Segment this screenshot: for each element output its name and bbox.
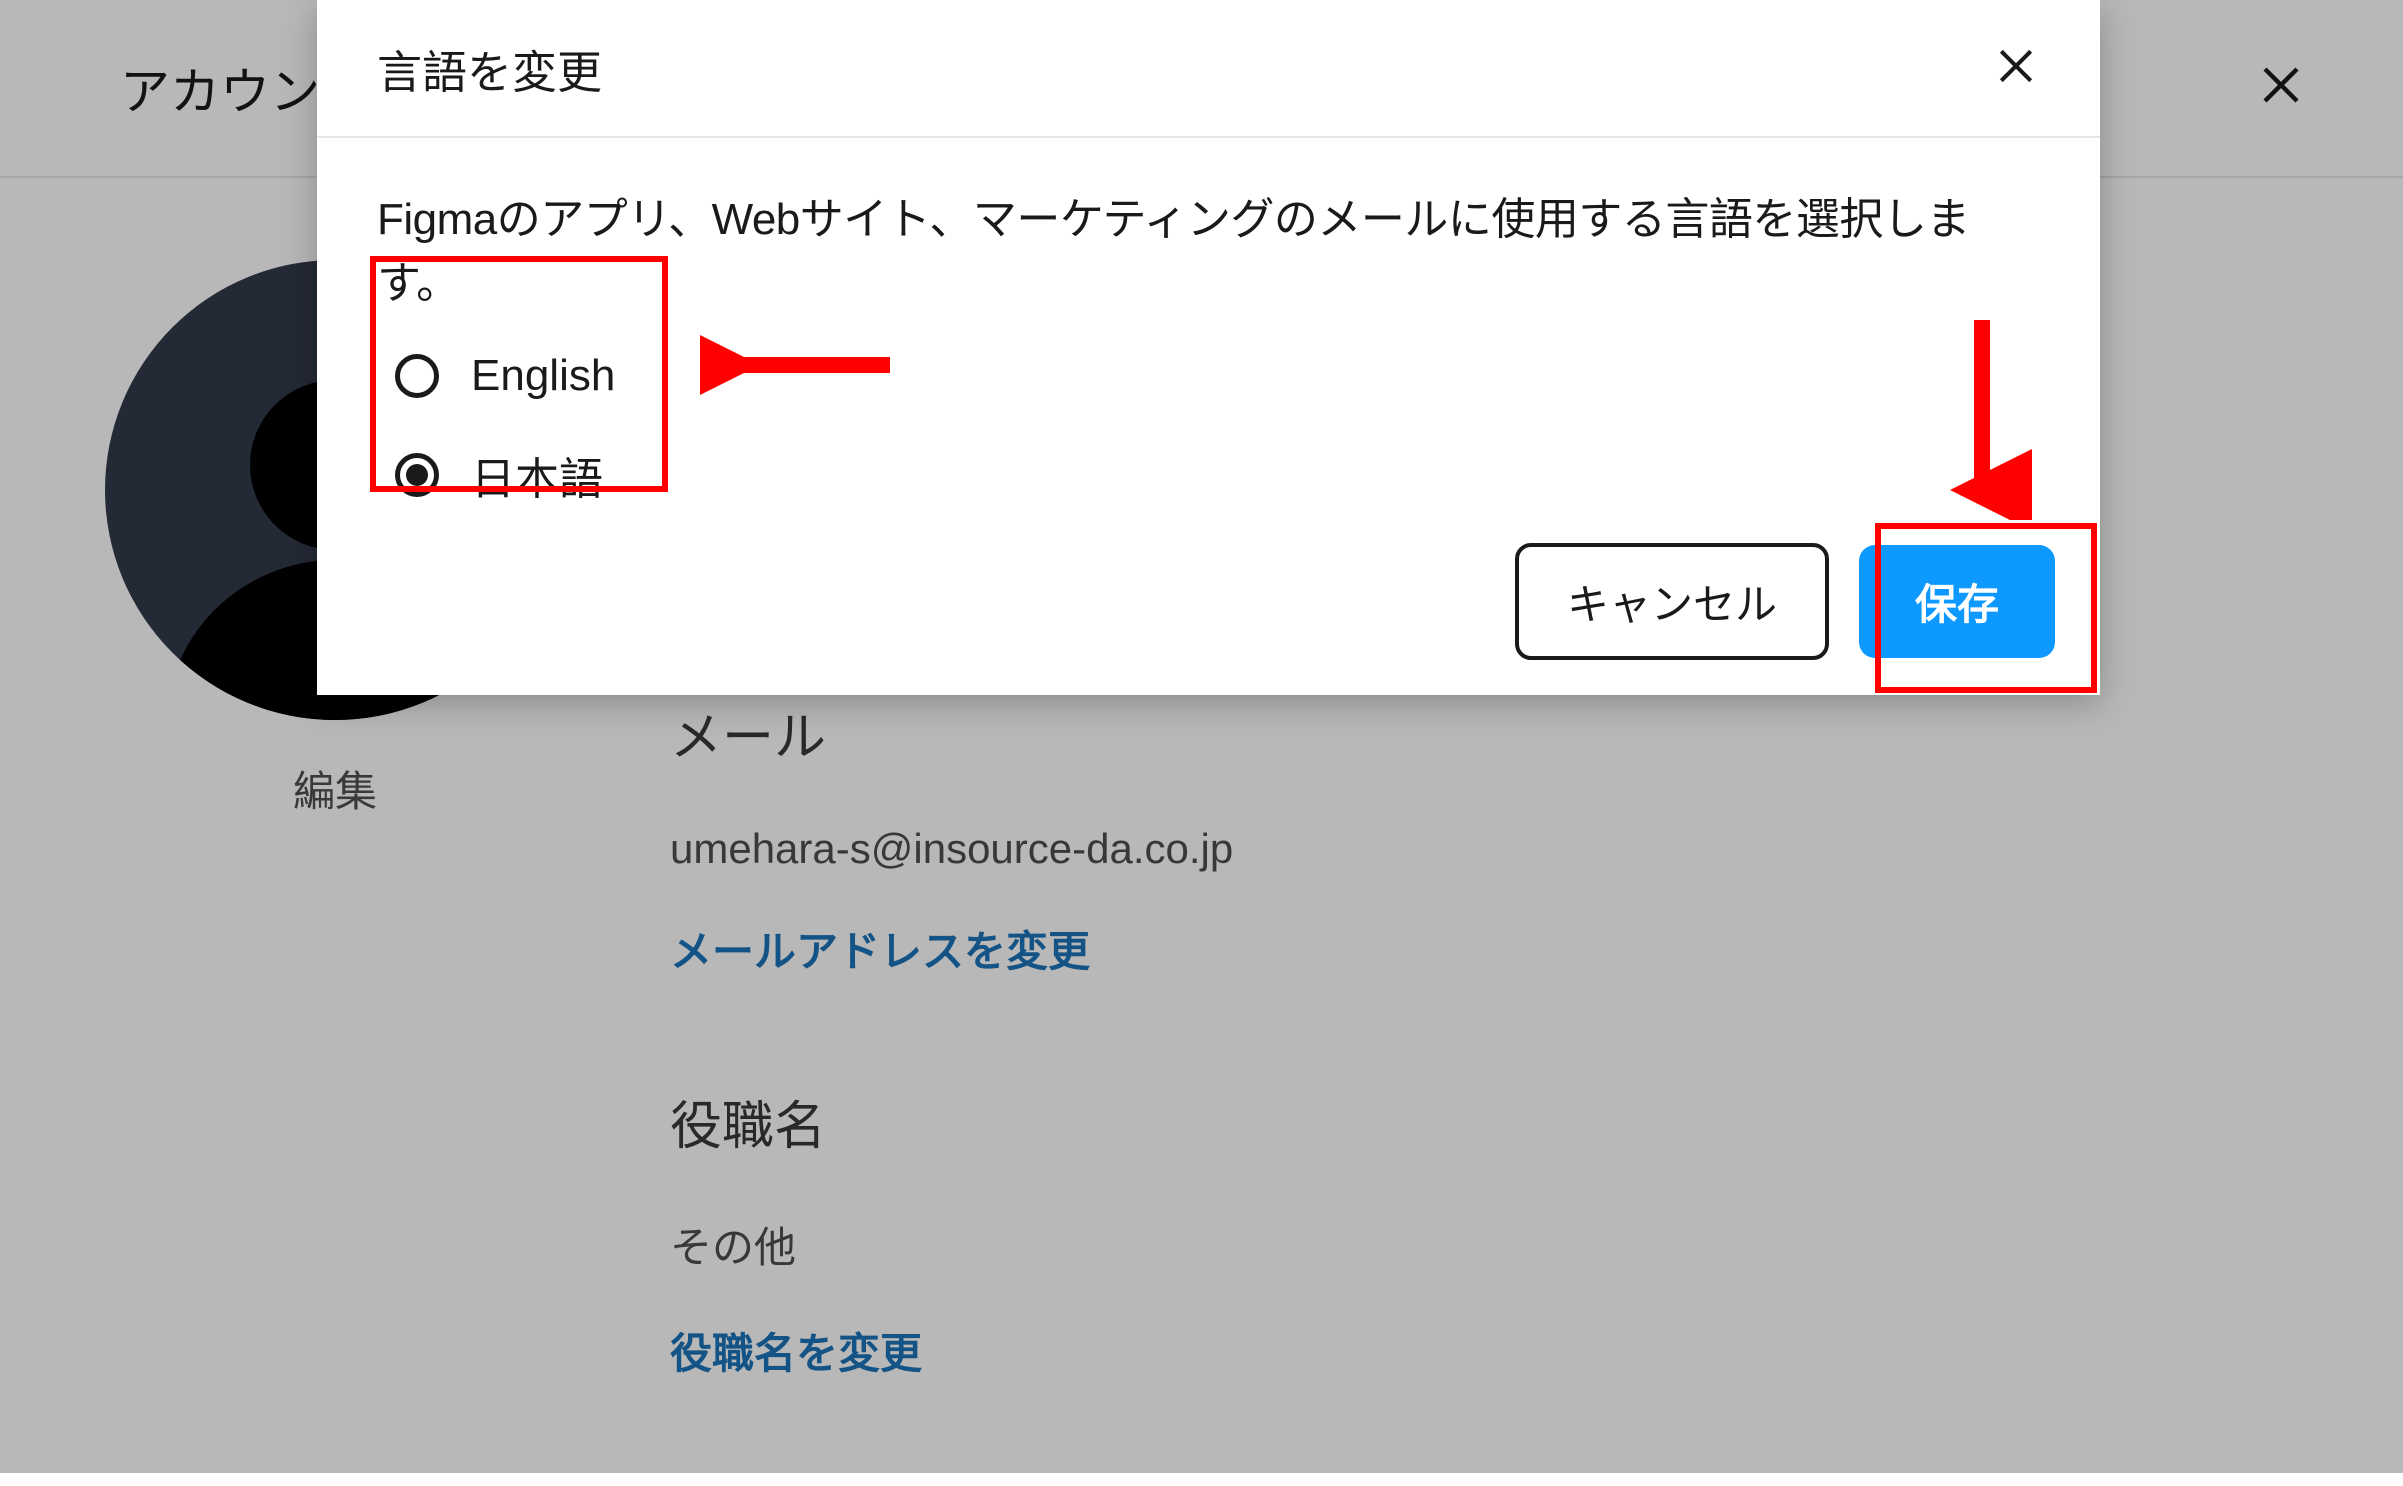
radio-label: 日本語 xyxy=(471,443,603,507)
cancel-button[interactable]: キャンセル xyxy=(1515,543,1829,660)
modal-body: Figmaのアプリ、Webサイト、マーケティングのメールに使用する言語を選択しま… xyxy=(317,138,2100,507)
language-option-japanese[interactable]: 日本語 xyxy=(395,443,2040,507)
radio-label: English xyxy=(471,351,615,401)
language-option-english[interactable]: English xyxy=(395,351,2040,401)
modal-close-button[interactable] xyxy=(1988,40,2044,96)
language-radio-group: English 日本語 xyxy=(377,351,2040,507)
radio-icon xyxy=(395,354,439,398)
save-button[interactable]: 保存 xyxy=(1859,545,2055,658)
modal-header: 言語を変更 xyxy=(317,0,2100,138)
modal-footer: キャンセル 保存 xyxy=(1515,543,2055,660)
modal-title: 言語を変更 xyxy=(377,36,602,101)
close-icon xyxy=(1994,44,2038,93)
radio-icon xyxy=(395,453,439,497)
modal-description: Figmaのアプリ、Webサイト、マーケティングのメールに使用する言語を選択しま… xyxy=(377,183,2040,311)
change-language-modal: 言語を変更 Figmaのアプリ、Webサイト、マーケティングのメールに使用する言… xyxy=(317,0,2100,695)
